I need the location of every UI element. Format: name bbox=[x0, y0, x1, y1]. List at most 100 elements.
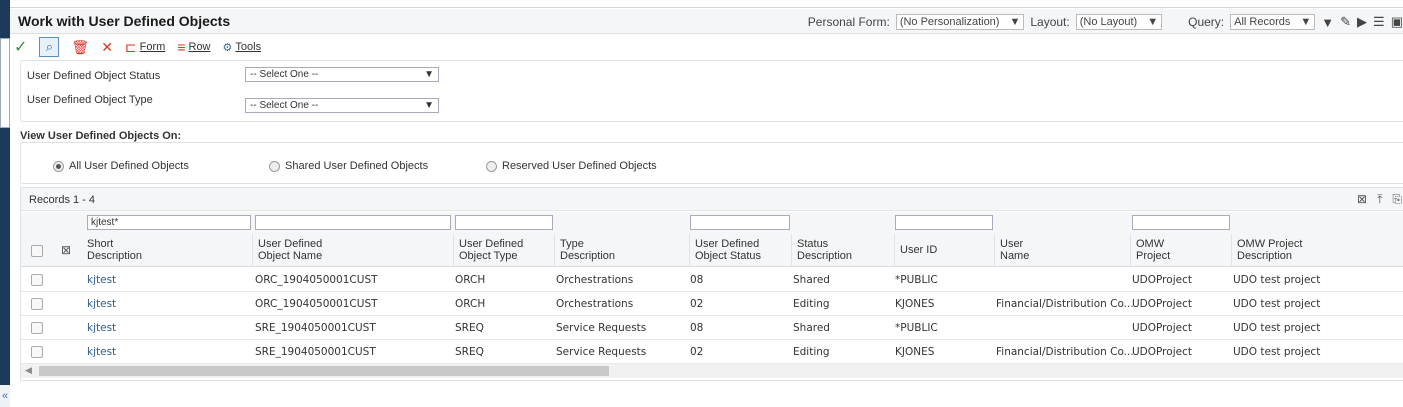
status-filter-value: -- Select One -- bbox=[250, 69, 319, 80]
qbe-user-id-input[interactable] bbox=[895, 215, 993, 230]
cell-object-status: 02 bbox=[690, 298, 704, 310]
scrollbar-thumb[interactable] bbox=[39, 366, 609, 376]
type-filter-value: -- Select One -- bbox=[250, 100, 319, 111]
radio-all-objects[interactable]: All User Defined Objects bbox=[53, 160, 189, 172]
form-exit-icon: ⊏ bbox=[124, 38, 137, 55]
col-object-name[interactable]: User Defined Object Name bbox=[258, 238, 322, 262]
cell-object-status: 08 bbox=[690, 322, 704, 334]
col-type-description[interactable]: Type Description bbox=[560, 238, 615, 262]
cell-short-description[interactable]: kjtest bbox=[87, 298, 116, 310]
chevron-down-icon: ▼ bbox=[424, 100, 434, 111]
table-row[interactable]: kjtest SRE_1904050001CUST SREQ Service Requ… bbox=[21, 340, 1403, 364]
qbe-short-description-input[interactable]: kjtest* bbox=[87, 215, 251, 230]
view-on-label: View User Defined Objects On: bbox=[20, 130, 182, 142]
select-checkmark-icon[interactable]: ✓ bbox=[14, 37, 27, 57]
cell-type-description: Orchestrations bbox=[556, 274, 634, 286]
cell-omw-project: UDOProject bbox=[1132, 298, 1192, 310]
cell-omw-project: UDOProject bbox=[1132, 346, 1192, 358]
find-button[interactable]: ⌕ bbox=[39, 37, 60, 57]
manage-query-icon[interactable]: ☰ bbox=[1373, 14, 1385, 30]
query-label: Query: bbox=[1188, 15, 1225, 29]
query-select[interactable]: All Records ▼ bbox=[1230, 14, 1316, 30]
qbe-omw-project-input[interactable] bbox=[1132, 215, 1230, 230]
table-row[interactable]: kjtest ORC_1904050001CUST ORCH Orchestratio… bbox=[21, 292, 1403, 316]
row-checkbox[interactable] bbox=[31, 298, 43, 310]
results-grid: Records 1 - 4 ⊠ ⤒ ⎘ kjtest* ⊠ Short Descr… bbox=[20, 187, 1403, 381]
grid-header: Records 1 - 4 ⊠ ⤒ ⎘ bbox=[21, 188, 1403, 211]
qbe-object-status-input[interactable] bbox=[690, 215, 790, 230]
radio-reserved-label: Reserved User Defined Objects bbox=[502, 160, 657, 172]
row-menu-button[interactable]: ≡ Row bbox=[177, 39, 210, 55]
radio-shared-label: Shared User Defined Objects bbox=[285, 160, 429, 172]
layout-select[interactable]: (No Layout) ▼ bbox=[1075, 14, 1163, 30]
type-filter-label: User Defined Object Type bbox=[27, 94, 153, 106]
col-omw-project[interactable]: OMW Project bbox=[1136, 238, 1170, 262]
page-title: Work with User Defined Objects bbox=[18, 13, 231, 29]
cell-omw-project-description: UDO test project bbox=[1233, 298, 1321, 310]
row-edit-icon[interactable]: ⊠ bbox=[61, 243, 71, 257]
close-icon[interactable]: ✕ bbox=[101, 39, 113, 56]
cell-short-description[interactable]: kjtest bbox=[87, 346, 116, 358]
row-exit-icon: ≡ bbox=[177, 39, 186, 55]
save-query-icon[interactable]: ▣ bbox=[1391, 14, 1403, 30]
cell-short-description[interactable]: kjtest bbox=[87, 322, 116, 334]
chevron-down-icon: ▼ bbox=[424, 69, 434, 80]
toolbar: ✓ ⌕ 🗑 ✕ ⊏ Form ≡ Row ⚙ Tools bbox=[10, 35, 1403, 59]
cell-object-type: ORCH bbox=[455, 298, 486, 310]
run-query-icon[interactable]: ▶ bbox=[1357, 14, 1367, 30]
qbe-object-name-input[interactable] bbox=[255, 215, 451, 230]
col-user-id[interactable]: User ID bbox=[900, 244, 937, 256]
edit-query-icon[interactable]: ✎ bbox=[1340, 14, 1351, 30]
col-user-name[interactable]: User Name bbox=[1000, 238, 1029, 262]
select-all-checkbox[interactable] bbox=[31, 245, 43, 257]
status-filter-select[interactable]: -- Select One -- ▼ bbox=[245, 67, 439, 82]
cell-type-description: Service Requests bbox=[556, 322, 647, 334]
cell-user-id: KJONES bbox=[895, 298, 935, 310]
filter-panel: User Defined Object Status -- Select One… bbox=[20, 60, 1403, 122]
cell-object-status: 02 bbox=[690, 346, 704, 358]
radio-shared-objects[interactable]: Shared User Defined Objects bbox=[269, 160, 428, 172]
scroll-left-icon[interactable]: ◀ bbox=[25, 365, 32, 376]
radio-reserved-objects[interactable]: Reserved User Defined Objects bbox=[486, 160, 657, 172]
radio-button-selected bbox=[53, 160, 64, 172]
row-checkbox[interactable] bbox=[31, 274, 43, 286]
row-checkbox[interactable] bbox=[31, 346, 43, 358]
col-short-description[interactable]: Short Description bbox=[87, 238, 142, 262]
main-area: Work with User Defined Objects Personal … bbox=[10, 0, 1403, 407]
filter-icon[interactable]: ▼ bbox=[1321, 15, 1334, 30]
col-status-description[interactable]: Status Description bbox=[797, 238, 852, 262]
col-omw-project-description[interactable]: OMW Project Description bbox=[1237, 238, 1302, 262]
qbe-object-type-input[interactable] bbox=[455, 215, 553, 230]
cell-object-type: SREQ bbox=[455, 346, 484, 358]
delete-icon[interactable]: 🗑 bbox=[71, 39, 89, 56]
cell-user-id: KJONES bbox=[895, 346, 935, 358]
col-object-type[interactable]: User Defined Object Type bbox=[459, 238, 523, 262]
cell-status-description: Shared bbox=[793, 322, 830, 334]
form-menu-button[interactable]: ⊏ Form bbox=[125, 39, 165, 56]
collapse-sidebar-icon[interactable]: « bbox=[0, 385, 10, 407]
horizontal-scrollbar[interactable]: ◀ bbox=[21, 364, 1403, 378]
form-options: Personal Form: (No Personalization) ▼ Lay… bbox=[808, 14, 1403, 30]
export-icon[interactable]: ⤒ bbox=[1377, 192, 1382, 207]
cell-omw-project: UDOProject bbox=[1132, 274, 1192, 286]
sidebar-tab[interactable] bbox=[0, 38, 10, 128]
cell-object-type: SREQ bbox=[455, 322, 484, 334]
cell-status-description: Editing bbox=[793, 298, 830, 310]
radio-button bbox=[269, 160, 280, 172]
col-object-status[interactable]: User Defined Object Status bbox=[695, 238, 761, 262]
personalize-grid-icon[interactable]: ⊠ bbox=[1357, 192, 1367, 207]
cell-type-description: Orchestrations bbox=[556, 298, 634, 310]
chevron-down-icon: ▼ bbox=[1147, 16, 1159, 28]
column-headers: ⊠ Short Description User Defined Object Na… bbox=[21, 234, 1403, 267]
row-checkbox[interactable] bbox=[31, 322, 43, 334]
table-row[interactable]: kjtest SRE_1904050001CUST SREQ Service Requ… bbox=[21, 316, 1403, 340]
tools-menu-button[interactable]: ⚙ Tools bbox=[223, 41, 262, 54]
type-filter-select[interactable]: -- Select One -- ▼ bbox=[245, 98, 439, 113]
cell-short-description[interactable]: kjtest bbox=[87, 274, 116, 286]
cell-user-name: Financial/Distribution Co... bbox=[996, 346, 1134, 358]
import-icon[interactable]: ⎘ bbox=[1392, 192, 1402, 207]
row-menu-label: Row bbox=[188, 41, 211, 53]
view-on-radio-group: All User Defined Objects Shared User Def… bbox=[20, 142, 1403, 184]
personal-form-select[interactable]: (No Personalization) ▼ bbox=[895, 14, 1025, 30]
table-row[interactable]: kjtest ORC_1904050001CUST ORCH Orchestratio… bbox=[21, 268, 1403, 292]
